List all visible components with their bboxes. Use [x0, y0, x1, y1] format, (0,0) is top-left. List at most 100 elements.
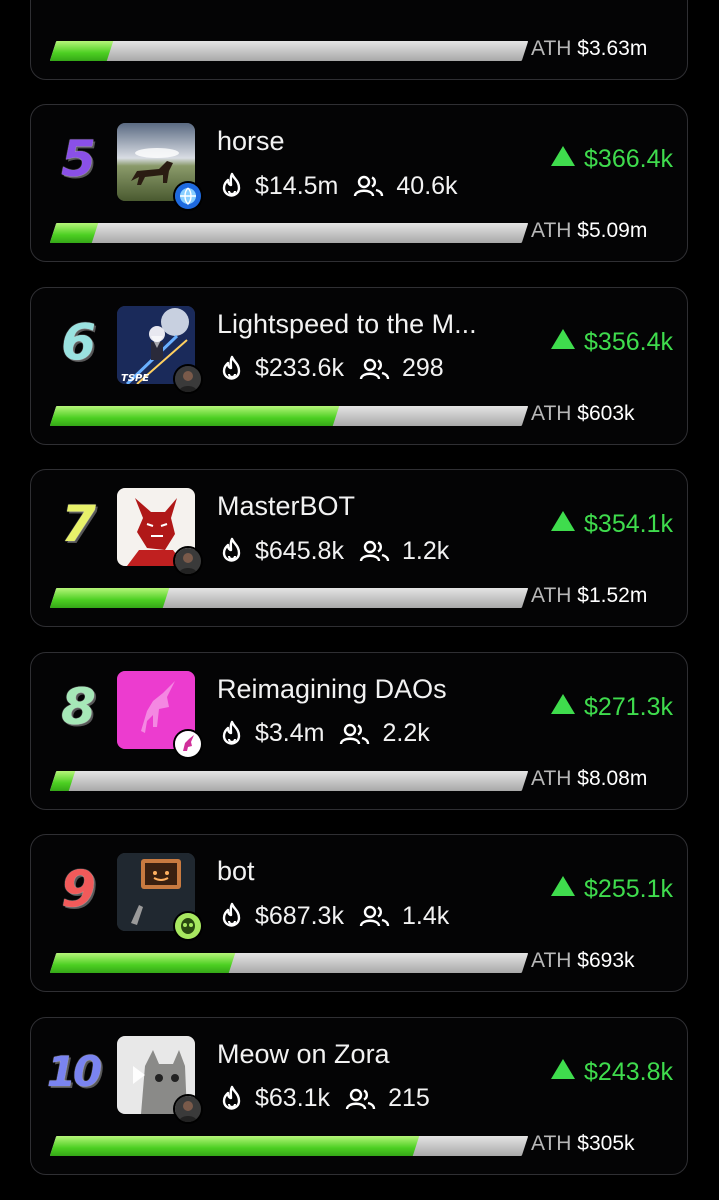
token-stats: $14.5m 40.6k — [219, 169, 458, 203]
alien-badge-icon[interactable] — [173, 911, 203, 941]
leaderboard-card-rank-7[interactable]: 7 MasterBOT $645.8k 1.2k $354.1k ATH $1.… — [30, 469, 688, 627]
flame-icon — [219, 537, 245, 565]
ath-text: ATH $305k — [531, 1132, 635, 1156]
ath-value: $8.08m — [577, 766, 648, 790]
holders-count: 2.2k — [382, 719, 430, 747]
holders-count: 1.2k — [401, 536, 450, 565]
ath-progress-fill — [49, 770, 76, 791]
holders-count: 298 — [401, 354, 444, 382]
price-change: $356.4k — [550, 328, 673, 357]
rank-number: 7 — [61, 495, 96, 553]
ath-text: ATH $1.52m — [531, 584, 647, 608]
holders-count: 215 — [388, 1084, 430, 1112]
ath-label: ATH — [531, 766, 572, 790]
price-change-value: $255.1k — [584, 875, 673, 903]
ath-progress-fill — [49, 405, 340, 426]
svg-text:TSPE: TSPE — [121, 373, 149, 384]
market-cap-value: $233.6k — [255, 354, 344, 382]
ath-label: ATH — [531, 401, 572, 425]
holders-icon — [358, 539, 392, 563]
market-cap-value: $63.1k — [255, 1084, 331, 1112]
unicorn-badge-icon[interactable] — [173, 728, 203, 759]
ath-progress-bar — [49, 1135, 529, 1156]
price-change: $366.4k — [550, 145, 673, 174]
price-change-value: $366.4k — [584, 145, 673, 173]
holders-icon — [338, 722, 372, 746]
holders-count: 1.4k — [401, 901, 450, 930]
ath-value: $5.09m — [577, 219, 648, 242]
up-triangle-icon — [550, 510, 576, 539]
ath-progress-bar — [49, 41, 529, 61]
flame-icon — [219, 902, 245, 930]
ath-progress-fill — [49, 588, 170, 608]
ath-progress-bar — [49, 770, 529, 791]
ath-progress-bar — [49, 953, 529, 973]
price-change: $354.1k — [550, 510, 673, 539]
market-cap-value: $687.3k — [255, 901, 344, 930]
token-name[interactable]: Meow on Zora — [217, 1038, 390, 1070]
ath-value: $1.52m — [577, 584, 648, 607]
ath-progress-fill — [49, 953, 236, 973]
avatar-badge-icon[interactable] — [173, 1093, 203, 1124]
flame-icon — [219, 1085, 245, 1113]
leaderboard-card-rank-6[interactable]: 6 TSPE Lightspeed to the M... $233.6k 29… — [30, 286, 688, 445]
ath-progress-bar — [49, 223, 529, 243]
ath-label: ATH — [531, 219, 572, 242]
avatar-badge-icon[interactable] — [173, 363, 203, 394]
ath-progress-fill — [49, 1135, 420, 1156]
token-name[interactable]: horse — [217, 125, 285, 157]
rank-number: 9 — [61, 860, 96, 918]
ath-text: ATH $603k — [531, 402, 635, 426]
leaderboard-card-rank-8[interactable]: 8 Reimagining DAOs $3.4m 2.2k $271.3k AT… — [30, 651, 688, 810]
holders-icon — [344, 1087, 378, 1111]
price-change-value: $271.3k — [584, 692, 673, 721]
avatar-badge-icon[interactable] — [173, 546, 203, 576]
leaderboard-card-rank-9[interactable]: 9 bot $687.3k 1.4k $255.1k ATH $693k — [30, 834, 688, 992]
price-change: $271.3k — [550, 693, 673, 722]
ath-text: ATH $5.09m — [531, 219, 647, 243]
ath-value: $305k — [577, 1131, 635, 1155]
holders-icon — [352, 174, 386, 198]
price-change-value: $243.8k — [584, 1057, 673, 1086]
rank-number: 6 — [61, 312, 96, 371]
ath-progress-bar — [49, 405, 529, 426]
token-stats: $645.8k 1.2k — [219, 534, 449, 568]
rank-number: 10 — [46, 1046, 102, 1096]
globe-badge-icon[interactable] — [173, 181, 203, 211]
up-triangle-icon — [550, 875, 576, 904]
ath-value: $693k — [577, 949, 635, 972]
rank-number: 8 — [61, 677, 96, 736]
up-triangle-icon — [550, 693, 576, 722]
ath-progress-fill — [49, 41, 113, 61]
ath-text: ATH $8.08m — [531, 767, 647, 791]
price-change-value: $356.4k — [584, 327, 673, 356]
up-triangle-icon — [550, 328, 576, 357]
token-name[interactable]: MasterBOT — [217, 490, 355, 522]
market-cap-value: $645.8k — [255, 536, 344, 565]
market-cap-value: $14.5m — [255, 171, 339, 200]
ath-text: ATH $693k — [531, 949, 635, 973]
price-change: $243.8k — [550, 1058, 673, 1087]
token-name[interactable]: bot — [217, 855, 255, 887]
price-change-value: $354.1k — [584, 510, 673, 538]
leaderboard-card-rank-5[interactable]: 5 horse $14.5m 40.6k $366.4k ATH $5.09m — [30, 104, 688, 262]
price-change: $255.1k — [550, 875, 673, 904]
holders-count: 40.6k — [396, 171, 458, 200]
token-stats: $687.3k 1.4k — [219, 899, 449, 933]
rank-number: 5 — [61, 130, 96, 188]
ath-label: ATH — [531, 1131, 572, 1155]
token-stats: $233.6k 298 — [219, 352, 444, 386]
token-name[interactable]: Reimagining DAOs — [217, 673, 447, 705]
holders-icon — [358, 904, 392, 928]
leaderboard-card-partial[interactable]: ATH $3.63m — [30, 0, 688, 80]
up-triangle-icon — [550, 1058, 576, 1087]
holders-icon — [358, 357, 392, 381]
ath-progress-fill — [49, 223, 99, 243]
ath-value: $603k — [577, 401, 635, 425]
ath-label: ATH — [531, 949, 572, 972]
flame-icon — [219, 720, 245, 748]
token-stats: $63.1k 215 — [219, 1082, 430, 1116]
leaderboard-card-rank-10[interactable]: 10 Meow on Zora $63.1k 215 $243.8k ATH $… — [30, 1016, 688, 1175]
up-triangle-icon — [550, 145, 576, 174]
token-name[interactable]: Lightspeed to the M... — [217, 308, 477, 340]
